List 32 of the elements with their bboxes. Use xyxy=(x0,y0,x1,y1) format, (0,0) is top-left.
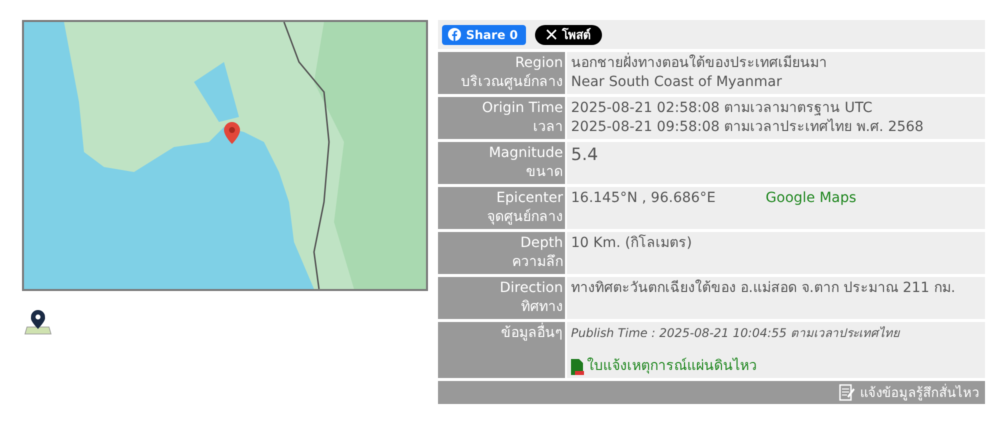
field-label: Region xyxy=(514,54,563,73)
field-value: นอกชายฝั่งทางตอนใต้ของประเทศเมียนมา xyxy=(571,54,981,73)
field-label: บริเวณศูนย์กลาง xyxy=(460,73,563,92)
pdf-report-link[interactable]: ใบแจ้งเหตุการณ์แผ่นดินไหว xyxy=(571,357,981,376)
field-value: Near South Coast of Myanmar xyxy=(571,73,783,92)
field-label: เวลา xyxy=(532,118,563,137)
field-label: ความลึก xyxy=(511,253,563,272)
field-label: Epicenter xyxy=(495,189,563,208)
field-label: ขนาด xyxy=(525,163,563,182)
post-button[interactable]: โพสต์ xyxy=(534,24,602,44)
map-link[interactable]: Google Maps xyxy=(766,189,856,208)
facebook-share-button[interactable]: Share 0 xyxy=(442,24,526,44)
publish-time: Publish Time : 2025-08-21 10:04:55 ตามเวลาประเทศไทย xyxy=(571,325,902,342)
field-value: 2025-08-21 09:58:08 ตามเวลาประเทศไทย พ.ศ. 2568 xyxy=(571,118,925,137)
field-value: ทางทิศตะวันตกเฉียงใต้ของ อ.แม่สอด จ.ตาก ประมาณ 211 กม. xyxy=(571,279,956,298)
field-value: 10 Km. (กิโลเมตร) xyxy=(571,234,693,253)
field-label: ข้อมูลอื่นๆ xyxy=(440,324,563,343)
x-logo-icon xyxy=(546,29,557,40)
field-value: 2025-08-21 02:58:08 ตามเวลามาตรฐาน UTC xyxy=(571,99,874,118)
field-value: 5.4 xyxy=(571,144,600,166)
pdf-file-icon xyxy=(571,358,584,374)
field-label: Origin Time xyxy=(480,99,563,118)
field-label: Depth xyxy=(519,234,563,253)
map-pin-icon[interactable] xyxy=(24,309,52,335)
field-label: Direction xyxy=(498,279,563,298)
field-label: Magnitude xyxy=(488,144,563,163)
form-edit-icon xyxy=(839,384,855,401)
field-label: จุดศูนย์กลาง xyxy=(486,208,563,227)
report-felt-link[interactable]: แจ้งข้อมูลรู้สึกสั่นไหว xyxy=(860,382,979,403)
facebook-icon xyxy=(448,28,461,41)
field-label: ทิศทาง xyxy=(520,298,563,317)
field-value: 16.145°N , 96.686°E xyxy=(571,189,716,208)
